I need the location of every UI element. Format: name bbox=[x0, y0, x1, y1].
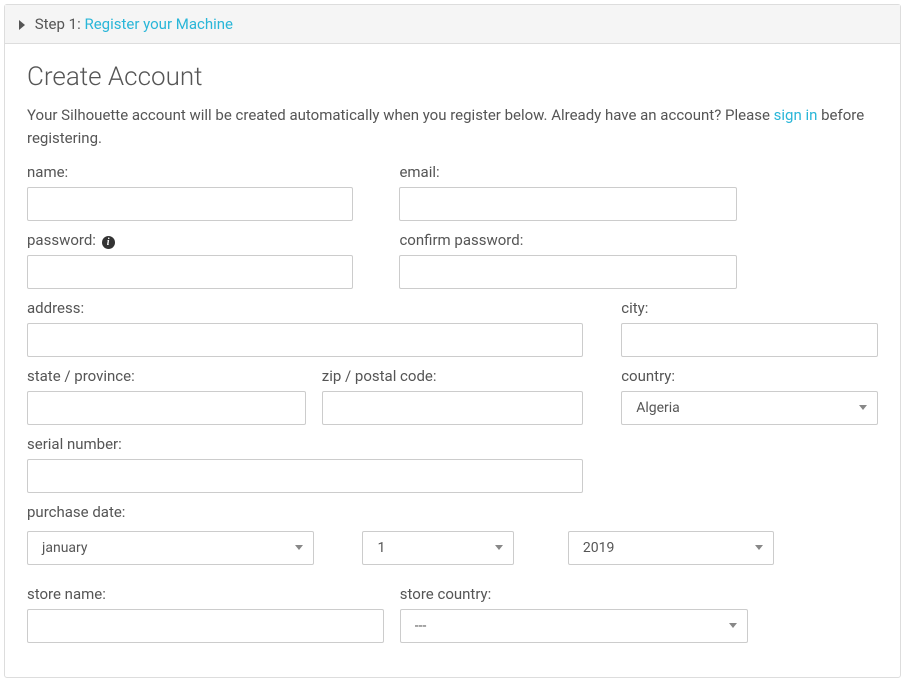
purchase-date-label: purchase date: bbox=[27, 503, 878, 521]
intro-text: Your Silhouette account will be created … bbox=[27, 104, 878, 151]
address-input[interactable] bbox=[27, 323, 583, 357]
month-value: january bbox=[38, 540, 88, 556]
sign-in-link[interactable]: sign in bbox=[774, 106, 818, 124]
city-label: city: bbox=[621, 299, 878, 317]
zip-label: zip / postal code: bbox=[322, 367, 583, 385]
country-value: Algeria bbox=[632, 400, 680, 416]
serial-input[interactable] bbox=[27, 459, 583, 493]
year-select[interactable]: 2019 bbox=[568, 531, 774, 565]
year-value: 2019 bbox=[579, 540, 614, 556]
country-label: country: bbox=[621, 367, 878, 385]
confirm-password-label: confirm password: bbox=[399, 231, 878, 249]
chevron-down-icon bbox=[495, 545, 503, 550]
country-select[interactable]: Algeria bbox=[621, 391, 878, 425]
zip-input[interactable] bbox=[322, 391, 583, 425]
serial-label: serial number: bbox=[27, 435, 583, 453]
store-country-select[interactable]: --- bbox=[400, 609, 748, 643]
store-name-input[interactable] bbox=[27, 609, 384, 643]
name-input[interactable] bbox=[27, 187, 353, 221]
chevron-down-icon bbox=[755, 545, 763, 550]
password-input[interactable] bbox=[27, 255, 353, 289]
state-label: state / province: bbox=[27, 367, 306, 385]
info-icon[interactable]: i bbox=[102, 236, 115, 249]
panel-body: Create Account Your Silhouette account w… bbox=[5, 44, 900, 677]
email-input[interactable] bbox=[399, 187, 737, 221]
chevron-down-icon bbox=[859, 405, 867, 410]
chevron-down-icon bbox=[729, 623, 737, 628]
day-select[interactable]: 1 bbox=[362, 531, 513, 565]
month-select[interactable]: january bbox=[27, 531, 314, 565]
address-label: address: bbox=[27, 299, 583, 317]
store-name-label: store name: bbox=[27, 585, 384, 603]
panel-heading[interactable]: Step 1: Register your Machine bbox=[5, 5, 900, 44]
step-prefix: Step 1: bbox=[35, 15, 81, 33]
state-input[interactable] bbox=[27, 391, 306, 425]
store-country-label: store country: bbox=[400, 585, 748, 603]
step-link[interactable]: Register your Machine bbox=[84, 15, 233, 33]
register-panel: Step 1: Register your Machine Create Acc… bbox=[4, 4, 901, 678]
password-label-text: password: bbox=[27, 231, 96, 249]
caret-right-icon bbox=[19, 20, 25, 30]
name-label: name: bbox=[27, 163, 353, 181]
email-label: email: bbox=[399, 163, 878, 181]
page-title: Create Account bbox=[27, 62, 878, 92]
city-input[interactable] bbox=[621, 323, 878, 357]
chevron-down-icon bbox=[295, 545, 303, 550]
intro-before: Your Silhouette account will be created … bbox=[27, 106, 774, 124]
store-country-value: --- bbox=[411, 618, 427, 634]
password-label: password: i bbox=[27, 231, 353, 249]
confirm-password-input[interactable] bbox=[399, 255, 737, 289]
day-value: 1 bbox=[373, 540, 385, 556]
